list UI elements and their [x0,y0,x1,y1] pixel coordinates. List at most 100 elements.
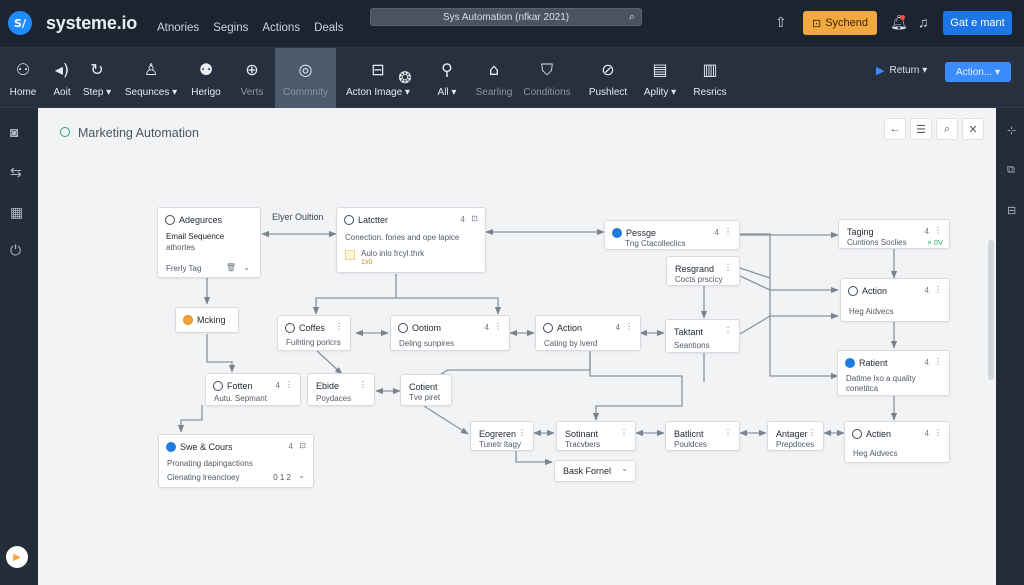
node-menu-icon[interactable]: ⊡ [299,441,306,450]
trash-icon[interactable]: 🗑︎ [226,263,236,272]
tool-herigo[interactable]: ⚉ Herigo [186,48,226,108]
node-ratient[interactable]: Ratient 4 ⋮ Datlme lxo a quality conetit… [837,350,950,396]
node-mcking[interactable]: Mcking [175,307,239,333]
node-antager[interactable]: Antager ⋮ Prepdoces [767,421,824,451]
share-icon[interactable]: ⇆ [10,164,22,181]
node-adegurces[interactable]: Adegurces Email Sequence athortes Frerly… [157,207,261,278]
node-swe-cours[interactable]: Swe & Cours 4 ⊡ Pronating dapingactions … [158,434,314,488]
tool-searling[interactable]: ⌂ Searling [472,48,516,108]
tool-all[interactable]: ⚲ All ▾ [430,48,464,108]
node-count: 4 [924,429,929,438]
node-title: Cotient [409,382,438,392]
sychend-button[interactable]: ⊡ Sychend [803,11,877,35]
node-line: Pronating dapingactions [167,459,253,468]
get-started-button[interactable]: Gat e mant [943,11,1012,35]
node-bask-fornel[interactable]: Bask Fornel ⌄ [554,460,636,482]
node-menu-icon[interactable]: ⊡ [471,214,478,223]
tool-icon[interactable]: ⊹ [1007,124,1016,137]
layers-icon[interactable]: ⧉ [1007,164,1015,177]
node-menu-icon[interactable]: ⋮ [724,428,732,437]
tool-label: Sequnces ▾ [124,86,178,98]
node-menu-icon[interactable]: ⋮ [808,428,816,437]
node-ootiom[interactable]: Ootiom 4 ⋮ Deling sunpires [390,315,510,351]
chevron-down-icon[interactable]: ⌄ [298,471,305,480]
node-ebide[interactable]: Ebide ⋮ Poydaces [307,373,375,406]
tool-commnity[interactable]: ◎ Commnity [275,48,336,108]
tool-aplity[interactable]: ▤ Aplity ▾ [640,48,680,108]
chevron-down-icon[interactable]: ⌄ [621,464,628,473]
node-taging[interactable]: Taging 4 ⋮ Cuntions Soclies × 0V [838,219,950,249]
logo-icon[interactable]: S/ [8,11,32,35]
node-menu-icon[interactable]: ⋮ [934,428,942,437]
node-menu-icon[interactable]: ⋮ [724,326,732,335]
node-menu-icon[interactable]: ⋮ [724,227,732,236]
tool-conditions[interactable]: ⛉ Conditions [522,48,572,108]
tool-aoit[interactable]: ◂) Aoit [46,48,78,108]
app-window: S/ systeme.io Atnories Segins Actions De… [0,0,1024,585]
nav-item-atnories[interactable]: Atnories [157,22,199,34]
node-menu-icon[interactable]: ⋮ [620,428,628,437]
nav-item-deals[interactable]: Deals [314,22,343,34]
node-coffes[interactable]: Coffes ⋮ Fuihting porlcrs [277,315,351,351]
chevron-down-icon[interactable]: ⌄ [243,263,250,272]
node-title: Eogreren [479,429,517,439]
node-fotten[interactable]: Fotten 4 ⋮ Autu. Sepmant [205,373,301,406]
nav-item-actions[interactable]: Actions [262,22,300,34]
node-menu-icon[interactable]: ⋮ [518,428,526,437]
node-resgrand[interactable]: Resgrand ⋮ Cocts prscicy [666,256,740,286]
tool-step[interactable]: ↻ Step ▾ [80,48,114,108]
node-icon [848,286,858,296]
search-icon[interactable]: ⌕ [629,11,635,24]
node-cotient[interactable]: Cotient Tve piret [400,374,452,406]
node-title: Ebide [316,381,340,391]
node-batlicnt[interactable]: Batlicnt ⋮ Pouldces [665,421,740,451]
node-title: Antager [776,429,808,439]
node-menu-icon[interactable]: ⋮ [494,322,502,331]
node-menu-icon[interactable]: ⋮ [934,226,942,235]
workflow-canvas[interactable]: Marketing Automation ← ☰ ⌕ ✕ Elyer Oulti… [38,108,996,585]
search-text: Sys Automation (nfkar 2021) [442,11,570,23]
node-menu-icon[interactable]: ⋮ [285,380,293,389]
lock-side-icon[interactable]: ⊟ [1007,204,1016,217]
music-icon[interactable]: ♫ [918,14,929,30]
tool-globe[interactable]: ❂ [390,48,420,108]
node-menu-icon[interactable]: ⋮ [934,285,942,294]
notification-dot [900,15,905,20]
node-menu-icon[interactable]: ⋮ [625,322,633,331]
node-sotinant[interactable]: Sotinant ⋮ Tracvbers [556,421,636,451]
tool-resrics[interactable]: ▥ Resrics [690,48,730,108]
node-count: 4 [924,286,929,295]
node-line: Heg Aidvecs [849,307,894,316]
node-menu-icon[interactable]: ⋮ [359,380,367,389]
node-line: Tunetr ltagy [479,440,521,449]
bell-icon[interactable]: 🔔︎ [890,14,908,31]
node-menu-icon[interactable]: ⋮ [934,357,942,366]
node-latctter[interactable]: Latctter 4 ⊡ Conection. fories and ope l… [336,207,486,273]
node-actien[interactable]: Actien 4 ⋮ Heg Aidvecs [844,421,950,463]
node-eogreren[interactable]: Eogreren ⋮ Tunetr ltagy [470,421,534,451]
toolbar: ⚇ Home ◂) Aoit ↻ Step ▾ ♙ Sequnces ▾ ⚉ Herigo… [0,48,1024,108]
node-taktant[interactable]: Taktant ⋮ Seantions [665,319,740,353]
node-line: Tracvbers [565,440,601,449]
node-menu-icon[interactable]: ⋮ [724,263,732,272]
tool-home[interactable]: ⚇ Home [4,48,42,108]
search-input[interactable]: Sys Automation (nfkar 2021) ⌕ [370,8,642,26]
upload-icon[interactable]: ⇧ [775,14,787,31]
tool-pushlect[interactable]: ⊘ Pushlect [586,48,630,108]
node-action[interactable]: Action 4 ⋮ Cating by lverd [535,315,641,351]
action-dropdown-button[interactable]: Action... ▾ [945,62,1011,82]
tool-verts[interactable]: ⊕ Verts [234,48,270,108]
node-action-right[interactable]: Action 4 ⋮ Heg Aidvecs [840,278,950,322]
return-button[interactable]: ▶ Return ▾ [876,64,927,77]
node-menu-icon[interactable]: ⋮ [335,322,343,331]
calendar-icon[interactable]: ▦ [10,204,23,221]
node-pessge[interactable]: Pessge 4 ⋮ Tng Ctacolleclics [604,220,740,250]
tool-sequnces[interactable]: ♙ Sequnces ▾ [124,48,178,108]
canvas-scrollbar[interactable] [988,240,994,380]
node-tag: × 0V [927,238,943,247]
nav-item-segins[interactable]: Segins [213,22,248,34]
power-icon[interactable]: ⏻ [10,242,21,259]
camera-icon[interactable]: ◙ [10,124,18,140]
help-play-icon[interactable]: ▶ [6,546,28,568]
logo-text[interactable]: systeme.io [46,13,137,34]
